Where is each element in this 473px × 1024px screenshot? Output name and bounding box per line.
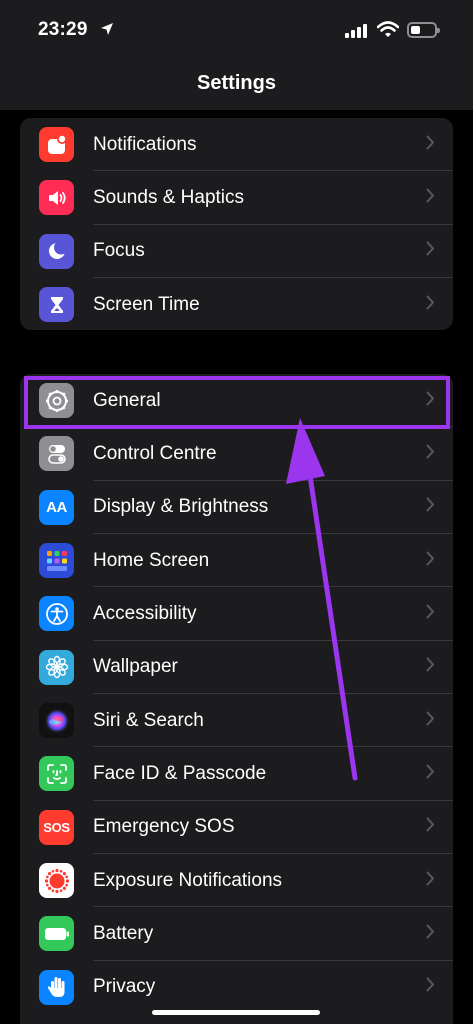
annotation-arrow: [286, 418, 358, 781]
home-indicator[interactable]: [152, 1010, 320, 1015]
